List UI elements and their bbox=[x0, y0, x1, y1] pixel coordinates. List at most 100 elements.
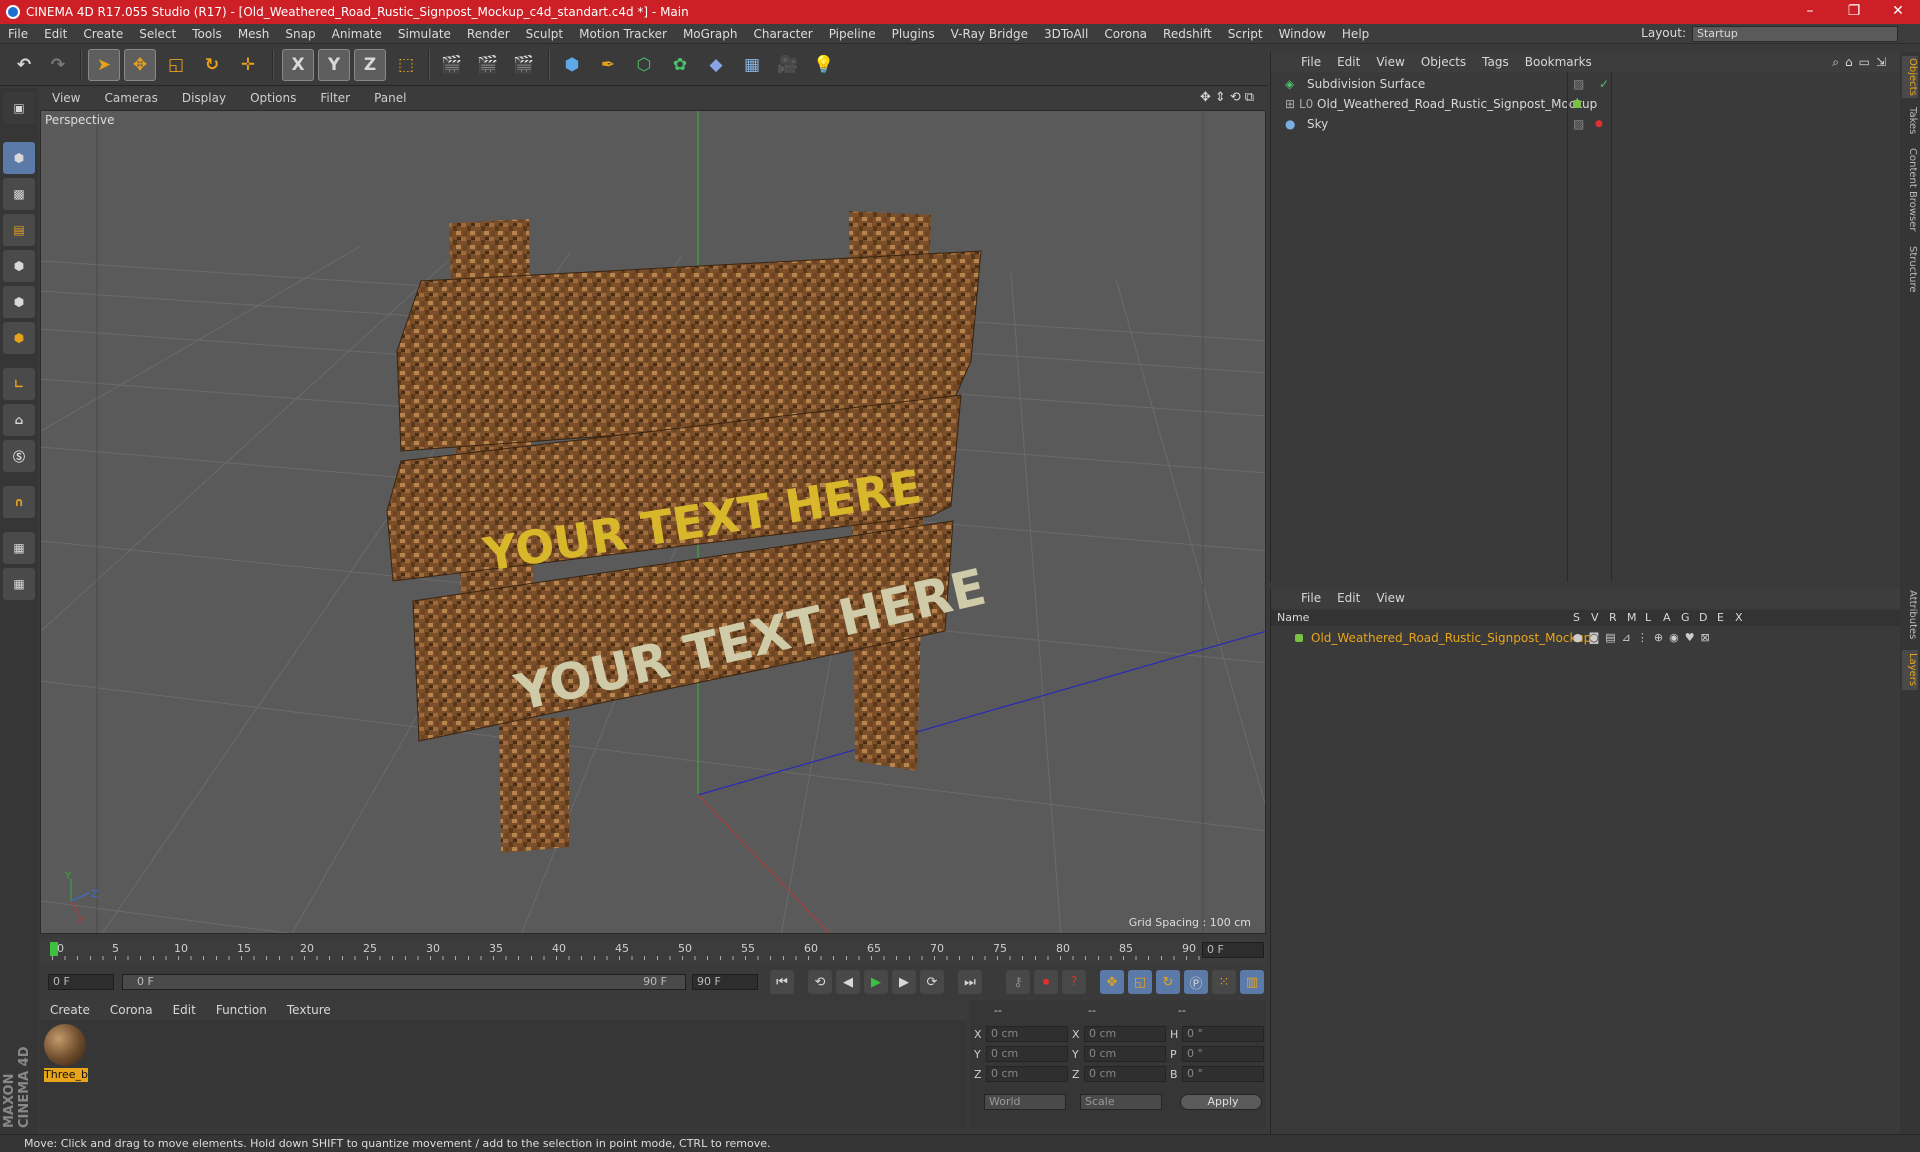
material-menu-function[interactable]: Function bbox=[206, 1003, 277, 1017]
menu-edit[interactable]: Edit bbox=[36, 27, 75, 41]
layers-menu-edit[interactable]: Edit bbox=[1329, 591, 1368, 605]
maximize-button[interactable]: ❐ bbox=[1832, 0, 1876, 24]
edges-mode-button[interactable]: ⬢ bbox=[3, 286, 35, 318]
next-frame-button[interactable]: ▶ bbox=[892, 970, 916, 994]
viewport-menu-options[interactable]: Options bbox=[238, 91, 308, 105]
size-y-field[interactable]: 0 cm bbox=[1084, 1046, 1166, 1062]
material-manager-area[interactable]: Three_b bbox=[40, 1020, 966, 1128]
go-to-end-button[interactable]: ⏭ bbox=[958, 970, 982, 994]
tab-objects[interactable]: Objects bbox=[1902, 56, 1918, 98]
size-z-field[interactable]: 0 cm bbox=[1084, 1066, 1166, 1082]
key-scale-button[interactable]: ◱ bbox=[1128, 970, 1152, 994]
signpost-model[interactable]: YOUR TEXT HERE YOUR TEXT HERE bbox=[386, 211, 991, 853]
motion-record-button[interactable]: ⚷ bbox=[1006, 970, 1030, 994]
viewport-menu-display[interactable]: Display bbox=[170, 91, 238, 105]
minimize-button[interactable]: – bbox=[1788, 0, 1832, 24]
workplane-mode-button[interactable]: ▤ bbox=[3, 214, 35, 246]
coordinate-mode-dropdown[interactable]: World bbox=[984, 1094, 1066, 1110]
menu-vray-bridge[interactable]: V-Ray Bridge bbox=[943, 27, 1036, 41]
objects-menu-view[interactable]: View bbox=[1368, 55, 1412, 69]
menu-redshift[interactable]: Redshift bbox=[1155, 27, 1220, 41]
menu-script[interactable]: Script bbox=[1220, 27, 1271, 41]
prev-key-button[interactable]: ⟲ bbox=[808, 970, 832, 994]
object-row[interactable]: ⊞ L0 Old_Weathered_Road_Rustic_Signpost_… bbox=[1271, 94, 1901, 114]
visibility-dot-icon[interactable]: ● bbox=[1595, 114, 1603, 134]
redo-button[interactable]: ↷ bbox=[42, 49, 74, 81]
menu-tools[interactable]: Tools bbox=[184, 27, 230, 41]
menu-plugins[interactable]: Plugins bbox=[884, 27, 943, 41]
record-active-button[interactable]: ⏺ bbox=[1034, 970, 1058, 994]
subdivision-button[interactable]: ⬡ bbox=[628, 49, 660, 81]
menu-snap[interactable]: Snap bbox=[277, 27, 323, 41]
current-frame-field[interactable]: 0 F bbox=[1202, 942, 1264, 958]
scale-mode-dropdown[interactable]: Scale bbox=[1080, 1094, 1162, 1110]
material-menu-edit[interactable]: Edit bbox=[163, 1003, 206, 1017]
tab-content-browser[interactable]: Content Browser bbox=[1902, 144, 1918, 236]
material-menu-corona[interactable]: Corona bbox=[100, 1003, 163, 1017]
rotate-tool-button[interactable]: ↻ bbox=[196, 49, 228, 81]
last-tool-button[interactable]: ✛ bbox=[232, 49, 264, 81]
objects-menu-edit[interactable]: Edit bbox=[1329, 55, 1368, 69]
tweak-mode-button[interactable]: ⌂ bbox=[3, 404, 35, 436]
menu-character[interactable]: Character bbox=[745, 27, 820, 41]
points-mode-button[interactable]: ⬢ bbox=[3, 250, 35, 282]
viewport-menu-panel[interactable]: Panel bbox=[362, 91, 418, 105]
go-to-start-button[interactable]: ⏮ bbox=[770, 970, 794, 994]
timeline-ruler[interactable]: 0 5 10 15 20 25 30 35 40 45 50 55 60 65 … bbox=[40, 938, 1266, 962]
pos-y-field[interactable]: 0 cm bbox=[986, 1046, 1068, 1062]
objects-menu-bookmarks[interactable]: Bookmarks bbox=[1517, 55, 1600, 69]
grid-snap-button[interactable]: ▦ bbox=[3, 568, 35, 600]
snap-settings-button[interactable]: Ⓢ bbox=[3, 440, 35, 472]
pen-spline-button[interactable]: ✒ bbox=[592, 49, 624, 81]
enabled-check-icon[interactable]: ✓ bbox=[1599, 74, 1609, 94]
menu-simulate[interactable]: Simulate bbox=[390, 27, 459, 41]
layer-color-swatch[interactable] bbox=[1295, 634, 1303, 642]
pos-z-field[interactable]: 0 cm bbox=[986, 1066, 1068, 1082]
menu-render[interactable]: Render bbox=[459, 27, 518, 41]
menu-window[interactable]: Window bbox=[1271, 27, 1334, 41]
texture-mode-button[interactable]: ▩ bbox=[3, 178, 35, 210]
polygons-mode-button[interactable]: ⬢ bbox=[3, 322, 35, 354]
next-key-button[interactable]: ⟳ bbox=[920, 970, 944, 994]
layers-menu-view[interactable]: View bbox=[1368, 591, 1412, 605]
tab-layers[interactable]: Layers bbox=[1902, 650, 1918, 690]
menu-corona[interactable]: Corona bbox=[1096, 27, 1155, 41]
magnet-button[interactable]: ∩ bbox=[3, 486, 35, 518]
autokey-button[interactable]: ? bbox=[1062, 970, 1086, 994]
tab-attributes[interactable]: Attributes bbox=[1902, 586, 1918, 644]
layer-toggle-icons[interactable]: ●◙▤⊿⋮⊕◉♥⊠ bbox=[1573, 628, 1716, 648]
axis-mode-button[interactable]: ∟ bbox=[3, 368, 35, 400]
menu-mesh[interactable]: Mesh bbox=[230, 27, 278, 41]
end-frame-field[interactable]: 90 F bbox=[692, 974, 758, 990]
size-x-field[interactable]: 0 cm bbox=[1084, 1026, 1166, 1042]
viewport-menu-view[interactable]: View bbox=[40, 91, 92, 105]
viewport-menu-filter[interactable]: Filter bbox=[308, 91, 362, 105]
tab-takes[interactable]: Takes bbox=[1902, 104, 1918, 138]
deformer-button[interactable]: ◆ bbox=[700, 49, 732, 81]
viewport-nav-icons[interactable]: ✥⇕⟲⧉ bbox=[1200, 90, 1258, 105]
key-pla-button[interactable]: ⁙ bbox=[1212, 970, 1236, 994]
prev-frame-button[interactable]: ◀ bbox=[836, 970, 860, 994]
menu-help[interactable]: Help bbox=[1334, 27, 1377, 41]
3d-viewport[interactable]: YOUR TEXT HERE YOUR TEXT HERE Y Z X Pers… bbox=[40, 110, 1266, 934]
viewport-menu-cameras[interactable]: Cameras bbox=[92, 91, 169, 105]
menu-mograph[interactable]: MoGraph bbox=[675, 27, 746, 41]
material-menu-texture[interactable]: Texture bbox=[277, 1003, 341, 1017]
close-button[interactable]: ✕ bbox=[1876, 0, 1920, 24]
menu-motion-tracker[interactable]: Motion Tracker bbox=[571, 27, 675, 41]
expand-toggle-icon[interactable]: ⊞ bbox=[1285, 94, 1295, 114]
objects-menu-file[interactable]: File bbox=[1293, 55, 1329, 69]
scale-tool-button[interactable]: ◱ bbox=[160, 49, 192, 81]
x-axis-lock-button[interactable]: X bbox=[282, 49, 314, 81]
undo-button[interactable]: ↶ bbox=[8, 49, 40, 81]
key-position-button[interactable]: ✥ bbox=[1100, 970, 1124, 994]
key-parameter-button[interactable]: Ⓟ bbox=[1184, 970, 1208, 994]
objects-search-icon[interactable]: ⌕⌂▭⇲ bbox=[1832, 55, 1892, 70]
apply-button[interactable]: Apply bbox=[1180, 1094, 1262, 1110]
objects-menu-tags[interactable]: Tags bbox=[1474, 55, 1517, 69]
coordinate-system-button[interactable]: ⬚ bbox=[390, 49, 422, 81]
render-view-button[interactable]: 🎬 bbox=[436, 49, 468, 81]
make-editable-button[interactable]: ▣ bbox=[3, 92, 35, 124]
menu-create[interactable]: Create bbox=[75, 27, 131, 41]
menu-animate[interactable]: Animate bbox=[324, 27, 390, 41]
